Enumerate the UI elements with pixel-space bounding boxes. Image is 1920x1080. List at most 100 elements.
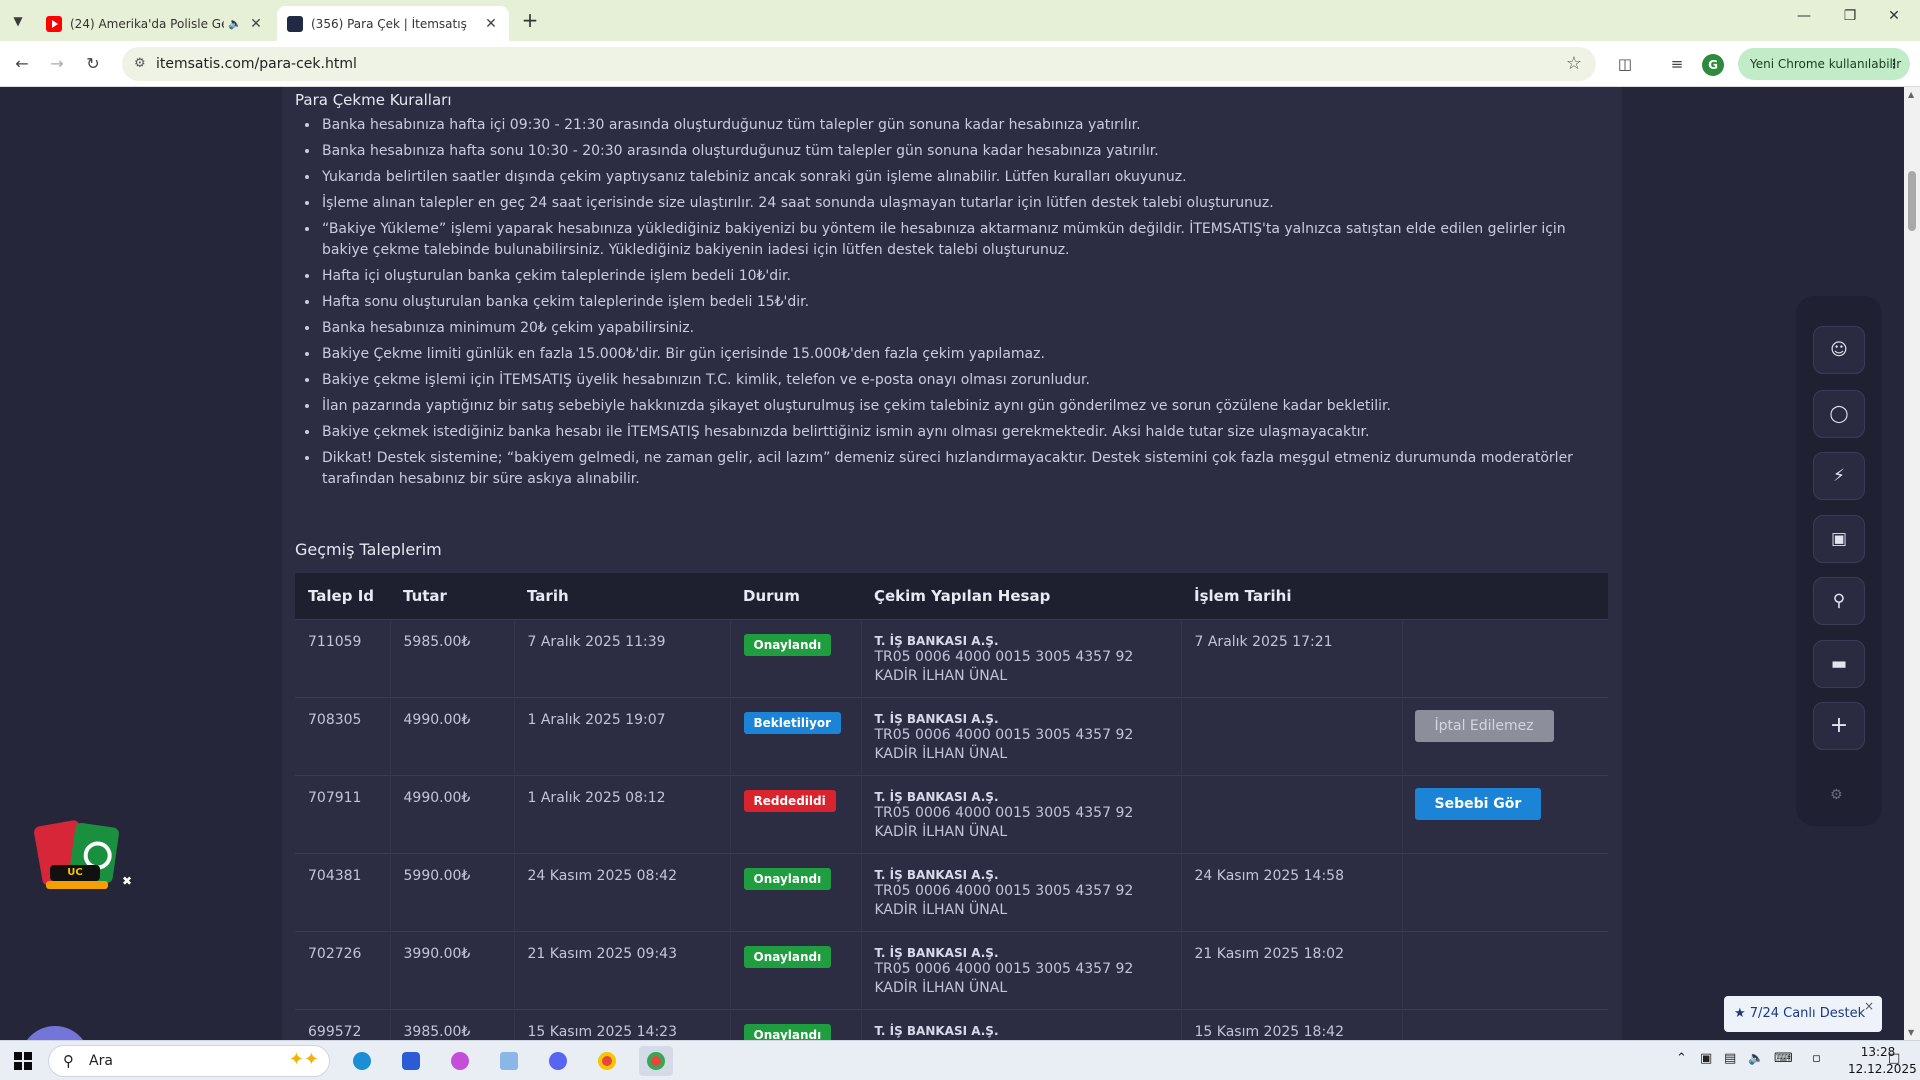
tray-app-icon[interactable]: ▣ xyxy=(1700,1051,1712,1066)
promo-close-icon[interactable]: ✖ xyxy=(122,874,132,888)
request-id: 707911 xyxy=(308,789,362,806)
page-scrollbar[interactable]: ▲ ▼ xyxy=(1904,87,1920,1040)
site-info-icon[interactable]: ⚙ xyxy=(134,56,146,71)
address-bar[interactable]: ⚙ itemsatis.com/para-cek.html ☆ xyxy=(122,47,1596,81)
request-id: 704381 xyxy=(308,867,362,884)
copilot-icon[interactable] xyxy=(443,1046,477,1076)
media-control-icon[interactable]: ≡ xyxy=(1665,52,1689,76)
live-support-label: ★ 7/24 Canlı Destek xyxy=(1734,1006,1866,1021)
promo-widget[interactable]: UC xyxy=(30,807,120,897)
instagram-icon[interactable]: ◯ xyxy=(1813,390,1865,438)
clipboard-icon[interactable]: ▫ xyxy=(1812,1051,1821,1066)
rules-list: Banka hesabınıza hafta içi 09:30 - 21:30… xyxy=(320,115,1610,495)
close-icon[interactable]: × xyxy=(1864,988,1874,1024)
chrome-update-button[interactable]: Yeni Chrome kullanılabilir ⋮ xyxy=(1738,48,1910,80)
view-reason-button[interactable]: Sebebi Gör xyxy=(1414,787,1542,820)
close-window-button[interactable]: ✕ xyxy=(1872,8,1916,32)
chat-bubble-button[interactable]: ✎ xyxy=(20,1026,90,1040)
tab-search-button[interactable]: ▼ xyxy=(6,10,30,32)
menu-dots-icon[interactable]: ⋮ xyxy=(1888,48,1900,80)
status-badge: Reddedildi xyxy=(743,789,836,812)
restore-button[interactable]: ❐ xyxy=(1828,8,1872,32)
close-tab-icon[interactable]: ✕ xyxy=(483,16,499,32)
column-header: Durum xyxy=(730,573,861,619)
column-header xyxy=(1402,573,1608,619)
account-holder: KADİR İLHAN ÜNAL xyxy=(874,667,1008,684)
amount: 5985.00₺ xyxy=(403,633,471,650)
plus-icon[interactable]: + xyxy=(1813,702,1865,750)
reload-button[interactable]: ↻ xyxy=(81,52,105,76)
promo-strip xyxy=(46,881,108,889)
column-header: İşlem Tarihi xyxy=(1181,573,1402,619)
bookmark-star-icon[interactable]: ☆ xyxy=(1566,53,1582,74)
store-icon[interactable] xyxy=(394,1046,428,1076)
withdraw-history-card: Geçmiş Taleplerim Talep Id Tutar Tarih D… xyxy=(282,526,1622,1040)
tab-youtube[interactable]: (24) Amerika'da Polisle Geç 🔈 ✕ xyxy=(36,6,274,41)
amount: 3990.00₺ xyxy=(403,945,471,962)
start-button[interactable] xyxy=(14,1052,32,1070)
bolt-icon[interactable]: ⚡ xyxy=(1813,452,1865,500)
cannot-cancel-button[interactable]: İptal Edilemez xyxy=(1414,709,1554,742)
forward-button[interactable]: → xyxy=(45,52,69,76)
amount: 3985.00₺ xyxy=(403,1023,471,1040)
status-badge: Onaylandı xyxy=(743,633,832,656)
network-icon[interactable]: ▤ xyxy=(1724,1051,1736,1066)
user-icon[interactable]: ☺ xyxy=(1813,326,1865,374)
rules-title: Para Çekme Kuralları xyxy=(295,91,452,109)
rule-item: Bakiye çekme işlemi için İTEMSATIŞ üyeli… xyxy=(320,370,1610,391)
account-holder: KADİR İLHAN ÜNAL xyxy=(874,901,1008,918)
tab-itemsatis[interactable]: (356) Para Çek | İtemsatış ✕ xyxy=(277,6,509,41)
gear-icon[interactable]: ⚙ xyxy=(1830,787,1843,803)
processed-date: 7 Aralık 2025 17:21 xyxy=(1194,633,1333,650)
rule-item: Banka hesabınıza minimum 20₺ çekim yapab… xyxy=(320,318,1610,339)
scroll-up-icon[interactable]: ▲ xyxy=(1908,90,1914,99)
status-badge: Bekletiliyor xyxy=(743,711,842,734)
keyboard-icon[interactable]: ⌨ xyxy=(1774,1051,1793,1066)
rule-item: Hafta sonu oluşturulan banka çekim talep… xyxy=(320,292,1610,313)
youtube-icon xyxy=(46,15,62,32)
request-date: 24 Kasım 2025 08:42 xyxy=(527,867,677,884)
volume-icon[interactable]: 🔈 xyxy=(1748,1051,1764,1066)
tray-chevron-icon[interactable]: ⌃ xyxy=(1676,1051,1687,1066)
copilot-sparkle-icon[interactable]: ✦✦ xyxy=(289,1049,319,1070)
history-table-body: 711059 5985.00₺ 7 Aralık 2025 11:39 Onaylan… xyxy=(295,618,1608,1040)
windows-taskbar: ⚲ Ara ✦✦ ⌃ ▣ ▤ 🔈 ⌨ ▫ 13:28 12.12.2025 □ xyxy=(0,1040,1920,1080)
table-row: 708305 4990.00₺ 1 Aralık 2025 19:07 Bekleti… xyxy=(295,696,1608,775)
rule-item: Hafta içi oluşturulan banka çekim talepl… xyxy=(320,266,1610,287)
scrollbar-thumb[interactable] xyxy=(1908,171,1916,231)
extensions-icon[interactable]: ◫ xyxy=(1613,52,1637,76)
chrome-profile-icon[interactable] xyxy=(639,1046,673,1076)
profile-avatar[interactable]: G xyxy=(1702,54,1724,76)
scroll-down-icon[interactable]: ▼ xyxy=(1908,1028,1914,1037)
chrome-icon[interactable] xyxy=(590,1046,624,1076)
history-title: Geçmiş Taleplerim xyxy=(295,540,442,559)
back-button[interactable]: ← xyxy=(10,52,34,76)
key-icon[interactable]: ⚲ xyxy=(1813,577,1865,625)
edge-icon[interactable] xyxy=(345,1046,379,1076)
minimize-button[interactable]: — xyxy=(1782,8,1826,32)
request-id: 711059 xyxy=(308,633,362,650)
rule-item: “Bakiye Yükleme” işlemi yaparak hesabını… xyxy=(320,219,1610,261)
url-text[interactable]: itemsatis.com/para-cek.html xyxy=(156,56,357,72)
gift-icon[interactable]: ▣ xyxy=(1813,515,1865,563)
files-icon[interactable] xyxy=(492,1046,526,1076)
amount: 4990.00₺ xyxy=(403,789,471,806)
live-support-pill[interactable]: ★ 7/24 Canlı Destek × xyxy=(1724,996,1882,1032)
search-icon: ⚲ xyxy=(63,1052,74,1070)
taskbar-search[interactable]: ⚲ Ara ✦✦ xyxy=(48,1045,330,1077)
rule-item: Dikkat! Destek sistemine; “bakiyem gelme… xyxy=(320,448,1610,490)
table-row: 711059 5985.00₺ 7 Aralık 2025 11:39 Onaylan… xyxy=(295,618,1608,697)
new-tab-button[interactable]: + xyxy=(518,9,542,33)
amount: 4990.00₺ xyxy=(403,711,471,728)
speaker-icon[interactable]: 🔈 xyxy=(228,17,242,30)
discord-icon[interactable] xyxy=(541,1046,575,1076)
rule-item: Banka hesabınıza hafta sonu 10:30 - 20:3… xyxy=(320,141,1610,162)
processed-date: 24 Kasım 2025 14:58 xyxy=(1194,867,1344,884)
wallet-icon[interactable]: ▬ xyxy=(1813,640,1865,688)
bank-name: T. İŞ BANKASI A.Ş. xyxy=(874,789,999,804)
page-viewport: Para Çekme Kuralları Banka hesabınıza ha… xyxy=(0,87,1920,1040)
history-table: Talep Id Tutar Tarih Durum Çekim Yapılan… xyxy=(295,573,1608,1040)
notification-icon[interactable]: □ xyxy=(1888,1051,1900,1066)
close-tab-icon[interactable]: ✕ xyxy=(248,16,264,32)
column-header: Tarih xyxy=(514,573,730,619)
